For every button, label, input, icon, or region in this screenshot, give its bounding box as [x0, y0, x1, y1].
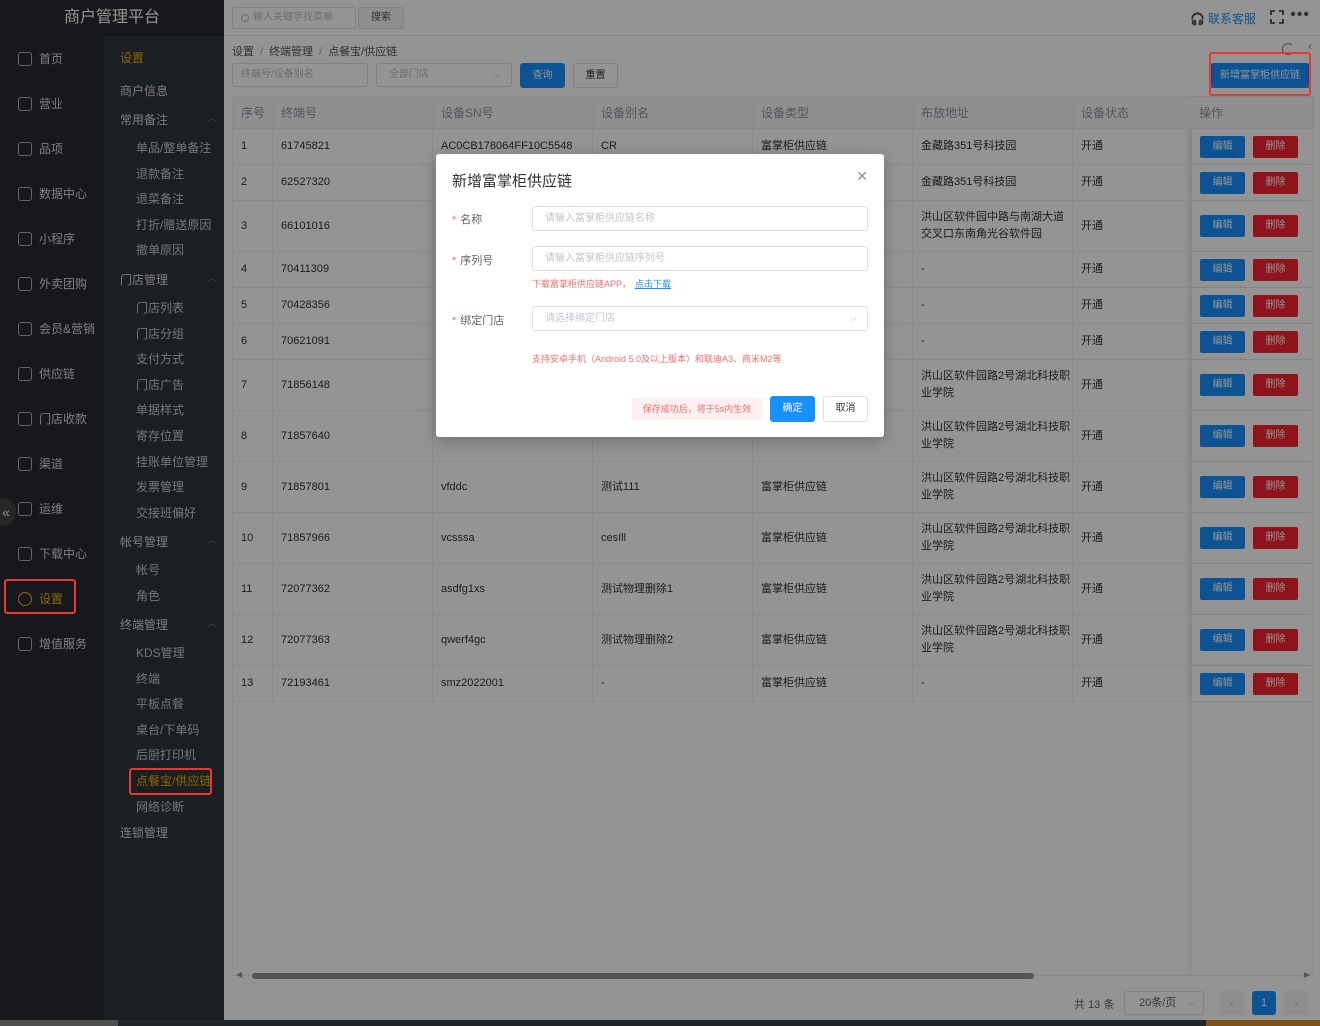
chevron-down-icon: ⌵ [849, 313, 857, 324]
save-hint: 保存成功后，将于5s内生效 [632, 398, 762, 420]
support-hint: 支持安卓手机（Android 5.0及以上版本）和联迪A3、商米M2等 [532, 354, 782, 364]
download-hint: 下载富掌柜供应链APP， 点击下载 [532, 279, 672, 289]
name-label: * 名称 [452, 214, 483, 226]
store-label: * 绑定门店 [452, 315, 505, 327]
name-input[interactable]: 请输入富掌柜供应链名称 [532, 206, 868, 231]
cancel-button[interactable]: 取消 [823, 396, 868, 422]
serial-label: * 序列号 [452, 255, 494, 267]
dialog-title: 新增富掌柜供应链 [452, 173, 573, 190]
add-supply-chain-dialog: 新增富掌柜供应链 ✕ * 名称 请输入富掌柜供应链名称 * 序列号 请输入富掌柜供应… [436, 154, 884, 437]
store-select-placeholder: 请选择绑定门店 [545, 313, 615, 324]
confirm-button[interactable]: 确定 [770, 396, 815, 422]
store-select[interactable]: 请选择绑定门店 ⌵ [532, 306, 868, 331]
download-link[interactable]: 点击下载 [635, 279, 671, 289]
serial-input[interactable]: 请输入富掌柜供应链序列号 [532, 246, 868, 271]
close-icon[interactable]: ✕ [856, 168, 868, 185]
